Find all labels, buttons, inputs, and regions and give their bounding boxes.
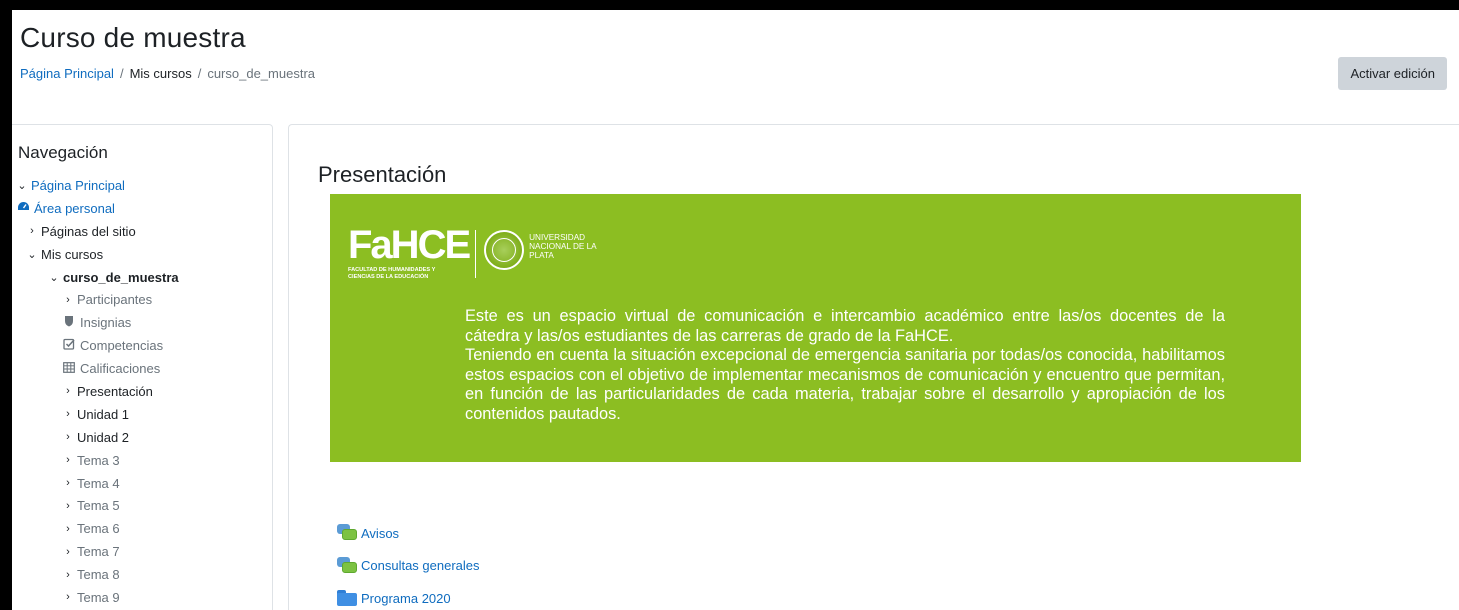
navigation-tree: ⌄ Página Principal Área personal › Págin… xyxy=(12,174,272,609)
nav-item-label[interactable]: Competencias xyxy=(80,338,163,353)
nav-item-label[interactable]: Presentación xyxy=(77,384,153,399)
nav-item-course[interactable]: ⌄ curso_de_muestra xyxy=(12,266,272,289)
nav-item-tema-5[interactable]: › Tema 5 xyxy=(12,494,272,517)
nav-item-tema-3[interactable]: › Tema 3 xyxy=(12,449,272,472)
nav-item-tema-8[interactable]: › Tema 8 xyxy=(12,563,272,586)
nav-item-label[interactable]: curso_de_muestra xyxy=(63,270,179,285)
shield-icon xyxy=(62,315,76,330)
nav-item-label[interactable]: Unidad 1 xyxy=(77,407,129,422)
breadcrumb-separator: / xyxy=(119,66,124,81)
nav-item-label[interactable]: Participantes xyxy=(77,292,152,307)
nav-item-site-pages[interactable]: › Páginas del sitio xyxy=(12,220,272,243)
chevron-right-icon: › xyxy=(66,431,70,444)
nav-item-label[interactable]: Tema 4 xyxy=(77,476,120,491)
nav-item-unidad-2[interactable]: › Unidad 2 xyxy=(12,426,272,449)
chevron-down-icon: ⌄ xyxy=(17,179,27,192)
breadcrumb-my-courses-link[interactable]: Mis cursos xyxy=(130,66,192,81)
folder-icon xyxy=(337,590,357,607)
logo-divider xyxy=(475,230,477,278)
breadcrumb-current: curso_de_muestra xyxy=(207,66,315,81)
activity-list: Avisos Consultas generales Programa 2020 xyxy=(337,517,480,610)
table-icon xyxy=(62,361,76,376)
nav-item-badges[interactable]: Insignias xyxy=(12,311,272,334)
presentation-banner: FaHCE FACULTAD DE HUMANIDADES Y CIENCIAS… xyxy=(330,194,1301,462)
forum-icon xyxy=(337,556,357,575)
nav-item-label[interactable]: Tema 3 xyxy=(77,453,120,468)
chevron-right-icon: › xyxy=(30,225,34,238)
nav-item-competencies[interactable]: Competencias xyxy=(12,334,272,357)
chevron-right-icon: › xyxy=(66,522,70,535)
nav-item-label[interactable]: Páginas del sitio xyxy=(41,224,136,239)
chevron-right-icon: › xyxy=(66,568,70,581)
chevron-right-icon: › xyxy=(66,385,70,398)
forum-icon xyxy=(337,524,357,542)
checkbox-icon xyxy=(62,338,76,353)
banner-text: Este es un espacio virtual de comunicaci… xyxy=(465,307,1225,425)
nav-item-label[interactable]: Tema 8 xyxy=(77,567,120,582)
navigation-title: Navegación xyxy=(18,143,108,162)
navigation-block: Navegación ⌄ Página Principal Área perso… xyxy=(12,124,273,610)
nav-item-label[interactable]: Tema 9 xyxy=(77,590,120,605)
nav-item-unidad-1[interactable]: › Unidad 1 xyxy=(12,403,272,426)
activity-programa[interactable]: Programa 2020 xyxy=(337,582,480,610)
page: Curso de muestra Página Principal / Mis … xyxy=(12,10,1459,610)
university-name: UNIVERSIDAD NACIONAL DE LA PLATA xyxy=(529,233,597,260)
university-seal-icon xyxy=(484,230,525,270)
banner-paragraph: Este es un espacio virtual de comunicaci… xyxy=(465,307,1225,345)
chevron-down-icon: ⌄ xyxy=(49,271,59,284)
activity-consultas[interactable]: Consultas generales xyxy=(337,550,480,583)
nav-item-label[interactable]: Área personal xyxy=(34,201,115,216)
fahce-logo: FaHCE FACULTAD DE HUMANIDADES Y CIENCIAS… xyxy=(348,223,609,284)
turn-editing-on-button[interactable]: Activar edición xyxy=(1338,57,1447,90)
banner-paragraph: Teniendo en cuenta la situación excepcio… xyxy=(465,346,1225,423)
nav-item-home[interactable]: ⌄ Página Principal xyxy=(12,174,272,197)
nav-item-my-courses[interactable]: ⌄ Mis cursos xyxy=(12,243,272,266)
page-header: Curso de muestra Página Principal / Mis … xyxy=(12,10,1459,114)
activity-avisos[interactable]: Avisos xyxy=(337,517,480,550)
logo-wordmark: FaHCE xyxy=(348,223,471,267)
nav-item-label[interactable]: Unidad 2 xyxy=(77,430,129,445)
breadcrumb: Página Principal / Mis cursos / curso_de… xyxy=(20,66,315,81)
breadcrumb-home-link[interactable]: Página Principal xyxy=(20,66,114,81)
activity-link[interactable]: Avisos xyxy=(361,526,399,541)
nav-item-presentacion[interactable]: › Presentación xyxy=(12,380,272,403)
activity-link[interactable]: Consultas generales xyxy=(361,558,480,573)
section-title: Presentación xyxy=(318,162,447,187)
nav-item-grades[interactable]: Calificaciones xyxy=(12,357,272,380)
nav-item-participants[interactable]: › Participantes xyxy=(12,288,272,311)
breadcrumb-separator: / xyxy=(197,66,202,81)
activity-link[interactable]: Programa 2020 xyxy=(361,591,451,606)
nav-item-tema-7[interactable]: › Tema 7 xyxy=(12,540,272,563)
nav-item-label[interactable]: Tema 6 xyxy=(77,521,120,536)
main-content: Presentación FaHCE FACULTAD DE HUMANIDAD… xyxy=(288,124,1459,610)
nav-item-label[interactable]: Tema 5 xyxy=(77,498,120,513)
chevron-right-icon: › xyxy=(66,293,70,306)
nav-item-label[interactable]: Insignias xyxy=(80,315,131,330)
chevron-right-icon: › xyxy=(66,591,70,604)
chevron-right-icon: › xyxy=(66,408,70,421)
nav-item-label[interactable]: Página Principal xyxy=(31,178,125,193)
chevron-right-icon: › xyxy=(66,454,70,467)
dashboard-icon xyxy=(16,201,30,215)
nav-item-tema-4[interactable]: › Tema 4 xyxy=(12,472,272,495)
nav-item-label[interactable]: Tema 7 xyxy=(77,544,120,559)
chevron-right-icon: › xyxy=(66,477,70,490)
page-title: Curso de muestra xyxy=(20,22,246,53)
nav-item-dashboard[interactable]: Área personal xyxy=(12,197,272,220)
nav-item-tema-6[interactable]: › Tema 6 xyxy=(12,517,272,540)
nav-item-tema-9[interactable]: › Tema 9 xyxy=(12,586,272,609)
chevron-down-icon: ⌄ xyxy=(27,248,37,261)
logo-subtitle: FACULTAD DE HUMANIDADES Y CIENCIAS DE LA… xyxy=(348,267,436,280)
nav-item-label[interactable]: Mis cursos xyxy=(41,247,103,262)
nav-item-label[interactable]: Calificaciones xyxy=(80,361,160,376)
chevron-right-icon: › xyxy=(66,499,70,512)
chevron-right-icon: › xyxy=(66,545,70,558)
